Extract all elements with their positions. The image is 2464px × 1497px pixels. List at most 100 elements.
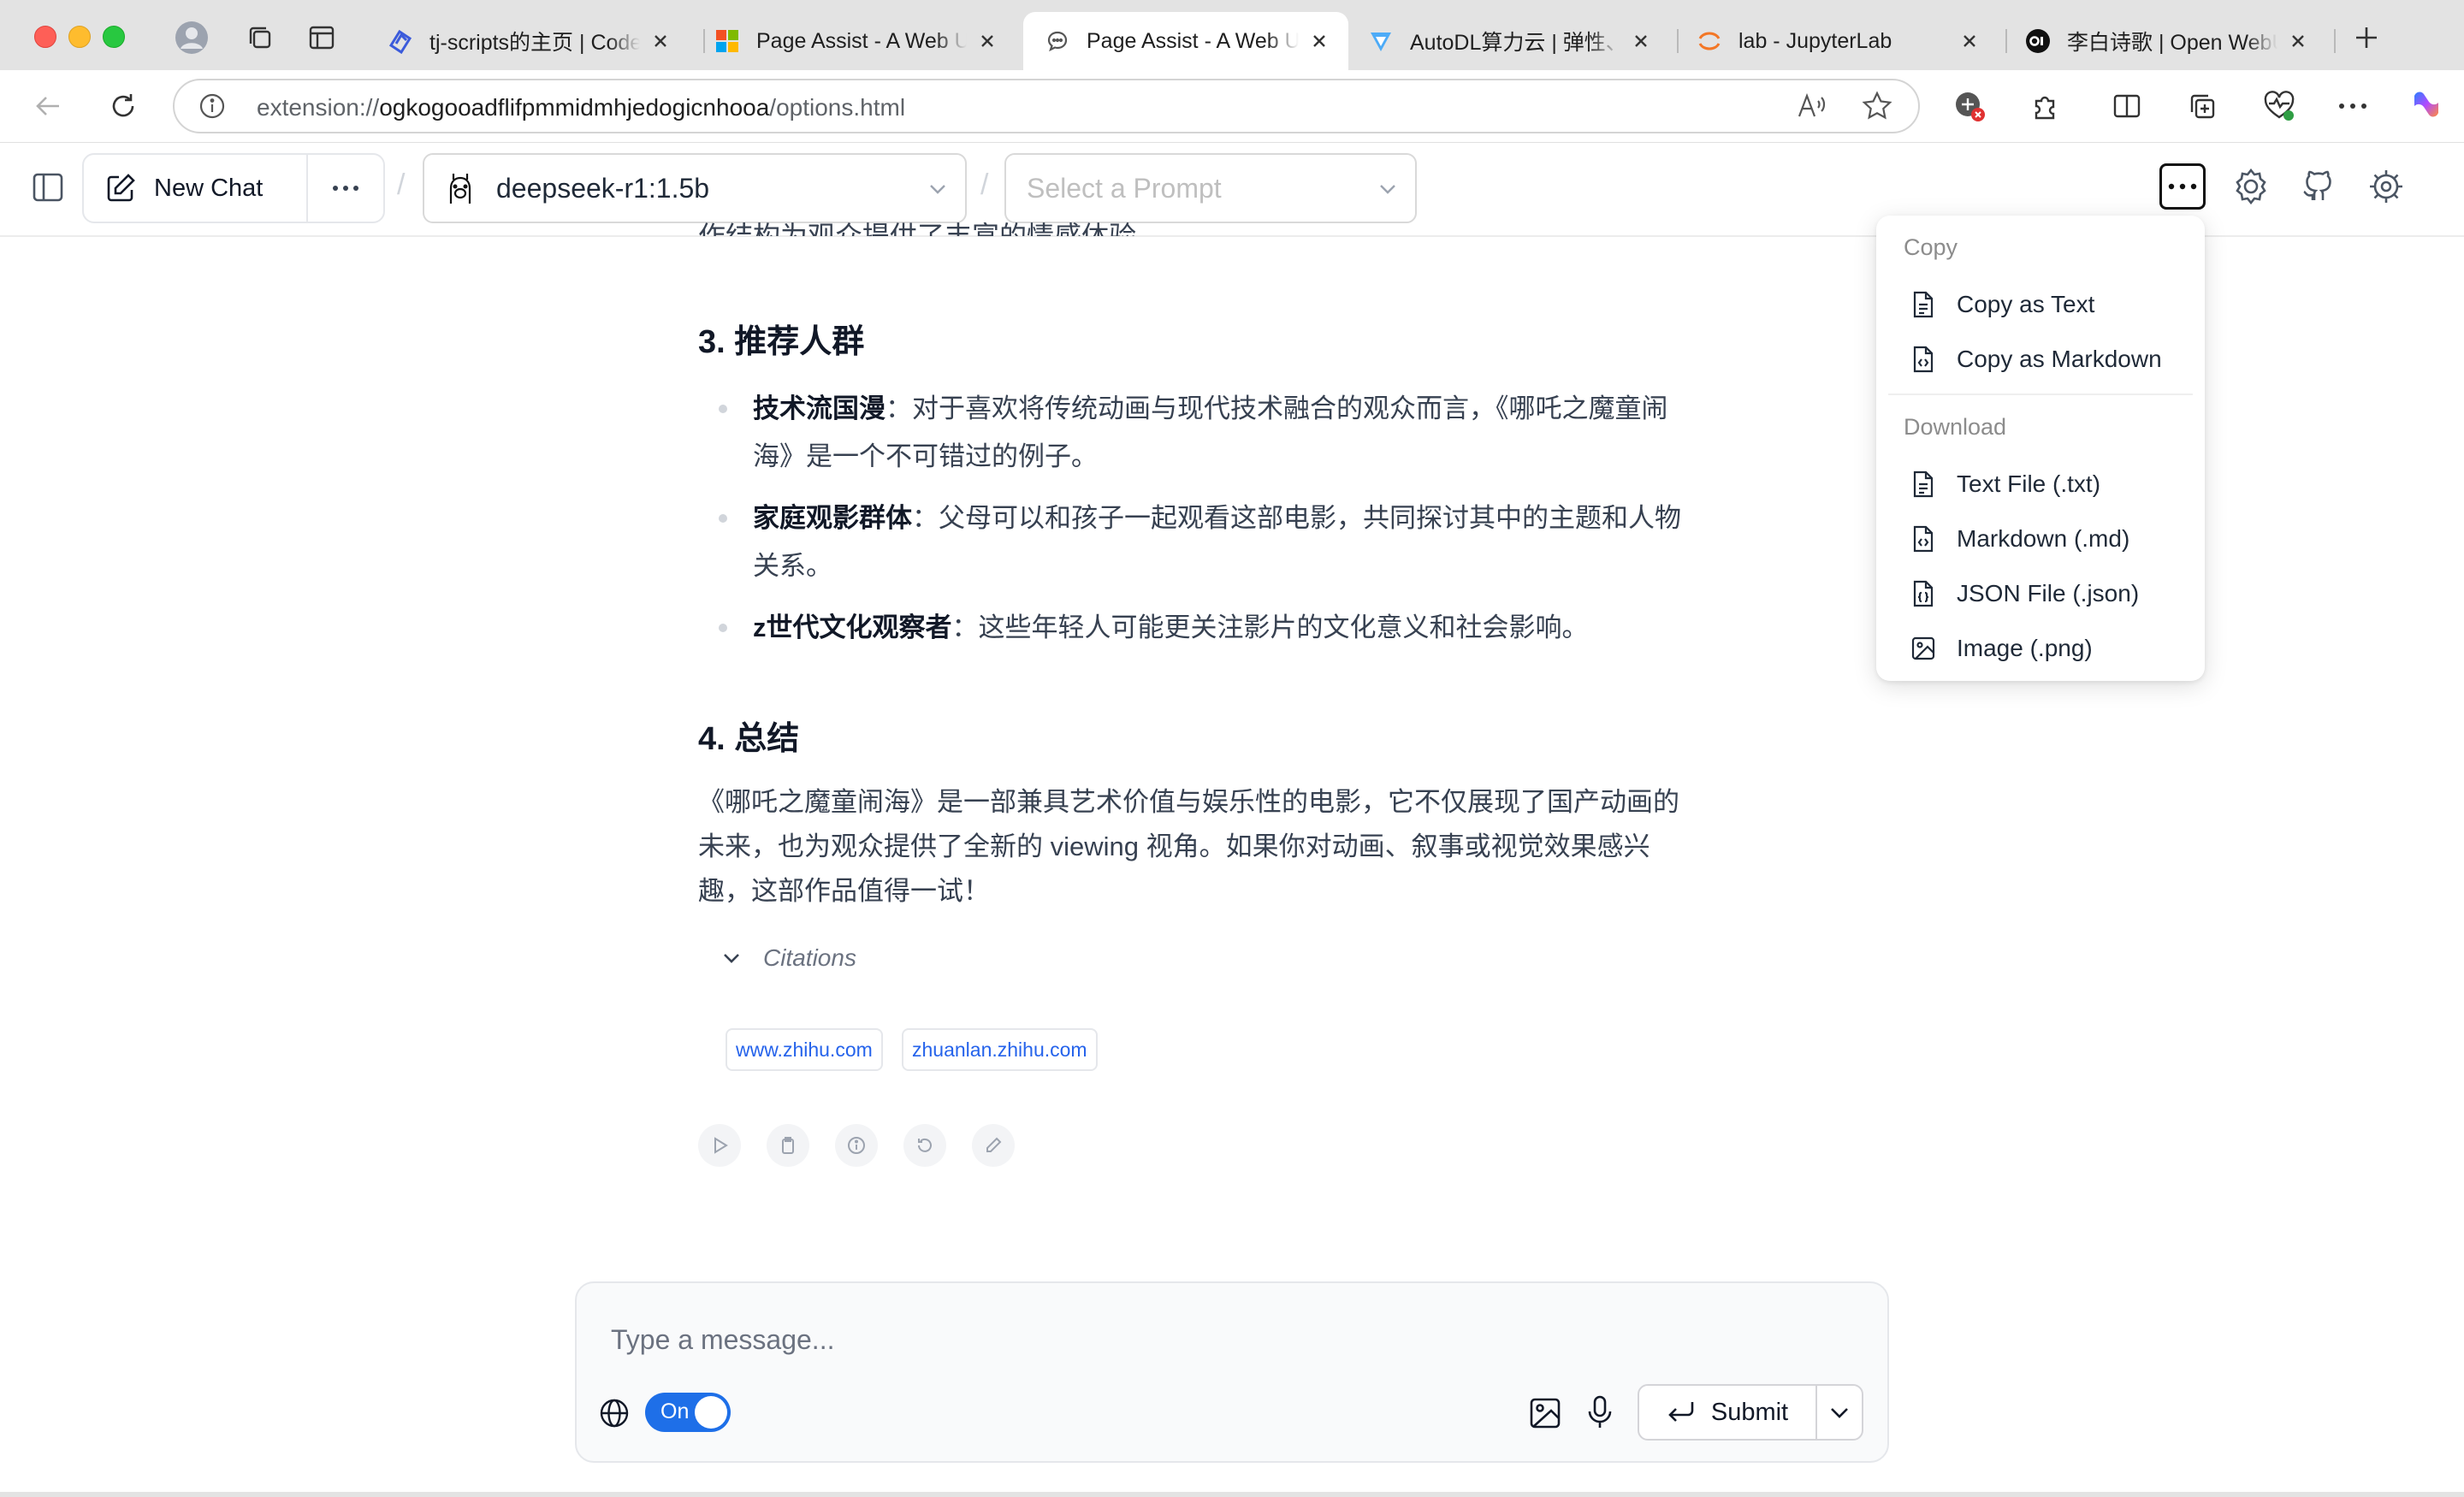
submit-options-button[interactable]	[1817, 1386, 1862, 1439]
address-bar[interactable]: extension://ogkogooadflifpmmidmhjedogicn…	[173, 79, 1920, 133]
reload-icon[interactable]	[103, 86, 144, 127]
file-code-icon	[1909, 345, 1938, 374]
new-chat-button[interactable]: New Chat	[84, 155, 308, 222]
vertical-tabs-icon[interactable]	[305, 21, 339, 55]
list-item-text: 技术流国漫：对于喜欢将传统动画与现代技术融合的观众而言，《哪吒之魔童闹海》是一个…	[753, 393, 1668, 471]
openwebui-icon	[2024, 27, 2052, 55]
split-screen-icon[interactable]	[2106, 86, 2147, 127]
close-tab-icon[interactable]	[649, 29, 672, 53]
more-options-icon[interactable]	[2332, 86, 2373, 127]
menu-divider	[1888, 393, 2193, 395]
edit-message-button[interactable]	[972, 1124, 1015, 1167]
toggle-knob	[695, 1396, 727, 1429]
message-text-clipped: 作结构为观众提供了丰富的情感体验。	[698, 221, 1164, 236]
citations-label: Citations	[763, 944, 856, 971]
submit-group: Submit	[1638, 1384, 1863, 1441]
copilot-icon[interactable]	[2406, 86, 2447, 127]
chevron-down-icon	[927, 179, 948, 199]
browser-tab[interactable]: 李白诗歌 | Open WebUI	[2004, 12, 2327, 70]
new-chat-label: New Chat	[154, 174, 264, 202]
close-tab-icon[interactable]	[975, 29, 999, 53]
close-tab-icon[interactable]	[1958, 29, 1981, 53]
tracking-blocker-icon[interactable]	[1949, 86, 1990, 127]
file-json-icon	[1909, 579, 1938, 608]
model-name: deepseek-r1:1.5b	[496, 172, 710, 204]
window-zoom-button[interactable]	[103, 26, 125, 48]
download-png-item[interactable]: Image (.png)	[1885, 623, 2196, 674]
info-icon[interactable]	[835, 1124, 878, 1167]
menu-group-copy: Copy	[1904, 234, 1958, 260]
browser-tab[interactable]: lab - JupyterLab	[1675, 12, 1999, 70]
window-close-button[interactable]	[34, 26, 56, 48]
summary-paragraph: 《哪吒之魔童闹海》是一部兼具艺术价值与娱乐性的电影，它不仅展现了国产动画的未来，…	[698, 787, 1679, 906]
enter-icon	[1667, 1399, 1696, 1425]
section-heading: 3. 推荐人群	[698, 324, 865, 360]
browser-tab-strip: tj-scripts的主页 | CodeW Page Assist - A We…	[0, 0, 2464, 70]
share-dropdown-menu: Copy Copy as Text Copy as Markdown Downl…	[1876, 216, 2205, 681]
citation-link[interactable]: zhuanlan.zhihu.com	[902, 1028, 1098, 1071]
read-aloud-icon[interactable]	[1797, 92, 1827, 120]
citations-toggle[interactable]: Citations	[720, 944, 856, 972]
copy-as-markdown-item[interactable]: Copy as Markdown	[1885, 334, 2196, 385]
download-md-item[interactable]: Markdown (.md)	[1885, 513, 2196, 565]
play-audio-button[interactable]	[698, 1124, 741, 1167]
message-input[interactable]: Type a message...	[611, 1324, 834, 1356]
profile-avatar-icon[interactable]	[175, 21, 209, 55]
jupyter-icon	[1696, 27, 1723, 55]
favorite-star-icon[interactable]	[1862, 91, 1892, 121]
download-json-item[interactable]: JSON File (.json)	[1885, 568, 2196, 619]
close-tab-icon[interactable]	[2286, 29, 2310, 53]
llama-icon	[445, 171, 476, 205]
close-tab-icon[interactable]	[1307, 29, 1331, 53]
settings-gear-icon[interactable]	[2365, 165, 2408, 208]
microphone-icon[interactable]	[1584, 1394, 1615, 1430]
close-tab-icon[interactable]	[1629, 29, 1653, 53]
window-minimize-button[interactable]	[68, 26, 91, 48]
file-text-icon	[1909, 470, 1938, 499]
chat-bubble-icon	[1044, 27, 1071, 55]
browser-tab[interactable]: AutoDL算力云 | 弹性、好	[1347, 12, 1670, 70]
microsoft-icon	[714, 27, 741, 55]
sidebar-toggle-icon[interactable]	[26, 165, 70, 210]
browser-tab[interactable]: Page Assist - A Web UI	[693, 12, 1016, 70]
extensions-icon[interactable]	[2024, 86, 2065, 127]
web-search-toggle[interactable]: On	[645, 1393, 731, 1432]
share-menu-button[interactable]	[2159, 163, 2206, 210]
citation-link[interactable]: www.zhihu.com	[726, 1028, 883, 1071]
file-code-icon	[1909, 524, 1938, 553]
github-icon[interactable]	[2296, 165, 2339, 208]
copy-message-button[interactable]	[767, 1124, 809, 1167]
browser-tab[interactable]: tj-scripts的主页 | CodeW	[366, 12, 690, 70]
prompt-placeholder: Select a Prompt	[1027, 172, 1222, 204]
header-separator: /	[397, 169, 406, 201]
regenerate-button[interactable]	[903, 1124, 946, 1167]
site-info-icon[interactable]	[198, 92, 226, 120]
autodl-icon	[1367, 27, 1395, 55]
edit-icon	[104, 172, 137, 204]
chevron-down-icon	[720, 947, 743, 969]
tab-title: lab - JupyterLab	[1738, 28, 1892, 53]
bullet-dot	[719, 405, 727, 413]
copy-as-text-item[interactable]: Copy as Text	[1885, 279, 2196, 330]
chevron-down-icon	[1377, 179, 1398, 199]
ollama-settings-icon[interactable]	[2230, 165, 2272, 208]
globe-icon	[599, 1398, 630, 1429]
list-item-text: z世代文化观察者：这些年轻人可能更关注影片的文化意义和社会影响。	[753, 612, 1589, 642]
upload-image-icon[interactable]	[1528, 1396, 1562, 1430]
download-txt-item[interactable]: Text File (.txt)	[1885, 459, 2196, 510]
codewaves-icon	[387, 27, 414, 55]
tab-divider	[2334, 29, 2336, 53]
back-icon[interactable]	[27, 86, 68, 127]
submit-button[interactable]: Submit	[1639, 1386, 1817, 1439]
list-item-text: 家庭观影群体：父母可以和孩子一起观看这部电影，共同探讨其中的主题和人物关系。	[753, 503, 1681, 581]
browser-tab-active[interactable]: Page Assist - A Web UI	[1023, 12, 1348, 70]
workspaces-icon[interactable]	[243, 21, 277, 55]
bullet-dot	[719, 624, 727, 632]
browser-essentials-icon[interactable]	[2259, 86, 2300, 127]
new-tab-icon[interactable]	[2349, 21, 2384, 55]
collections-icon[interactable]	[2182, 86, 2223, 127]
new-chat-group: New Chat	[82, 153, 385, 223]
new-chat-more-button[interactable]	[308, 185, 383, 192]
menu-group-download: Download	[1904, 414, 2007, 440]
header-separator: /	[980, 169, 989, 201]
